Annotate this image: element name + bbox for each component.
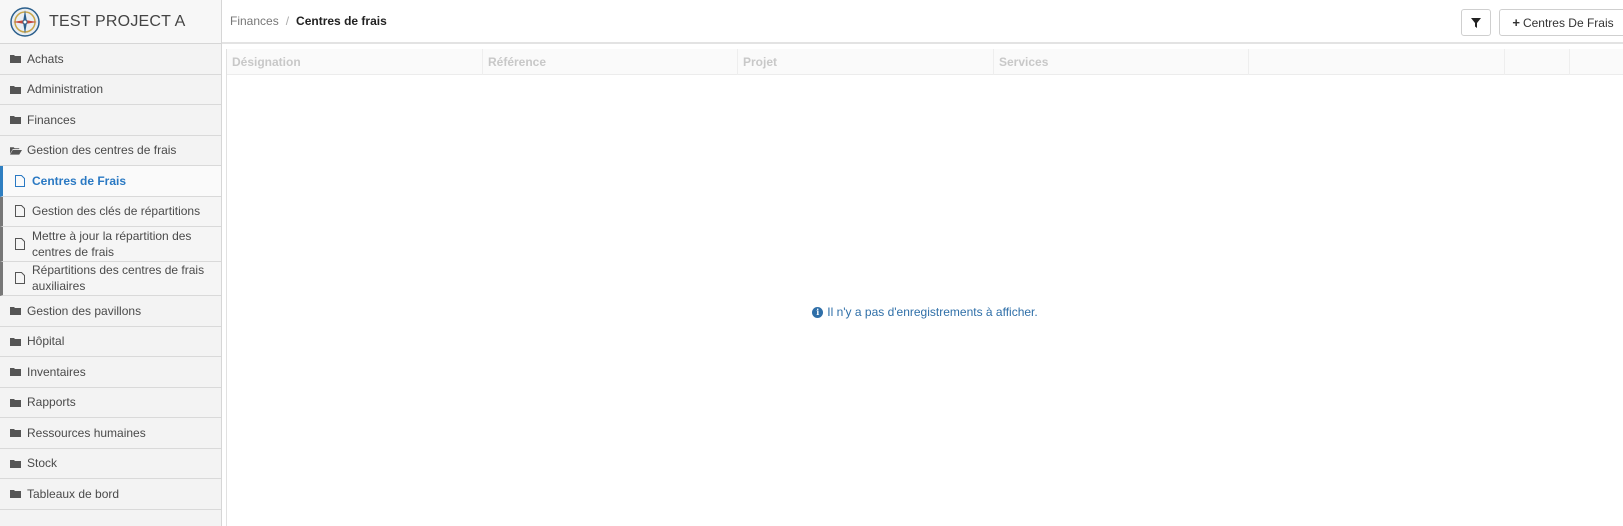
column-header-empty bbox=[1249, 49, 1505, 75]
column-header-services[interactable]: Services bbox=[994, 49, 1249, 75]
breadcrumb-separator: / bbox=[285, 14, 290, 28]
breadcrumb-parent[interactable]: Finances bbox=[230, 14, 279, 28]
grid-header: Désignation Référence Projet Services bbox=[227, 49, 1623, 75]
sidebar-item-label: Achats bbox=[27, 51, 64, 66]
sidebar-item-inventaires[interactable]: Inventaires bbox=[0, 357, 221, 388]
folder-icon bbox=[10, 459, 22, 468]
sidebar-item-label: Rapports bbox=[27, 395, 76, 410]
file-icon bbox=[15, 272, 27, 285]
sidebar-item-centres-de-frais[interactable]: Centres de Frais bbox=[0, 166, 221, 197]
folder-open-icon bbox=[10, 146, 22, 155]
sidebar-item-label: Centres de Frais bbox=[32, 173, 127, 188]
breadcrumb-current: Centres de frais bbox=[296, 14, 387, 28]
data-grid: Désignation Référence Projet Services i … bbox=[226, 49, 1623, 526]
sidebar-item-tableaux-de-bord[interactable]: Tableaux de bord bbox=[0, 479, 221, 510]
sidebar-item-label: Répartitions des centres de frais auxili… bbox=[32, 263, 205, 294]
sidebar-item-administration[interactable]: Administration bbox=[0, 74, 221, 105]
sidebar-item-label: Gestion des clés de répartitions bbox=[32, 204, 201, 219]
folder-icon bbox=[10, 428, 22, 438]
folder-icon bbox=[10, 115, 22, 125]
breadcrumb: Finances / Centres de frais bbox=[230, 14, 387, 28]
filter-icon bbox=[1471, 17, 1481, 28]
header-bar: Finances / Centres de frais + Centres De F… bbox=[222, 0, 1623, 44]
sidebar-item-rapports[interactable]: Rapports bbox=[0, 387, 221, 418]
sidebar-item-finances[interactable]: Finances bbox=[0, 105, 221, 136]
plus-icon: + bbox=[1512, 15, 1520, 30]
app-title: TEST PROJECT A bbox=[49, 12, 186, 30]
folder-icon bbox=[10, 306, 22, 316]
folder-icon bbox=[10, 489, 22, 499]
sidebar-item-gestion-centres-de-frais[interactable]: Gestion des centres de frais bbox=[0, 135, 221, 166]
sidebar-item-achats[interactable]: Achats bbox=[0, 44, 221, 75]
sidebar-item-repartitions-auxiliaires[interactable]: Répartitions des centres de frais auxili… bbox=[0, 261, 221, 296]
sidebar-item-ressources-humaines[interactable]: Ressources humaines bbox=[0, 418, 221, 449]
folder-icon bbox=[10, 398, 22, 407]
sidebar-item-gestion-pavillons[interactable]: Gestion des pavillons bbox=[0, 296, 221, 327]
column-header-projet[interactable]: Projet bbox=[738, 49, 994, 75]
compass-logo-icon bbox=[10, 6, 40, 37]
add-button-label: Centres De Frais bbox=[1522, 15, 1614, 30]
sidebar: TEST PROJECT A Achats Administration Fin… bbox=[0, 0, 222, 526]
folder-icon bbox=[10, 54, 22, 64]
sidebar-item-label: Tableaux de bord bbox=[27, 486, 120, 501]
sidebar-item-hopital[interactable]: Hôpital bbox=[0, 326, 221, 357]
sidebar-item-label: Administration bbox=[27, 82, 104, 97]
sidebar-item-label: Inventaires bbox=[27, 364, 86, 379]
file-icon bbox=[15, 237, 27, 250]
grid-body: i Il n'y a pas d'enregistrements à affic… bbox=[227, 76, 1623, 526]
sidebar-item-label: Gestion des pavillons bbox=[27, 303, 142, 318]
sidebar-item-label: Ressources humaines bbox=[27, 425, 146, 440]
brand[interactable]: TEST PROJECT A bbox=[0, 0, 221, 44]
sidebar-item-label: Hôpital bbox=[27, 334, 65, 349]
file-icon bbox=[15, 174, 27, 187]
sidebar-nav: Achats Administration Finances Gestion d… bbox=[0, 44, 221, 510]
folder-icon bbox=[10, 85, 22, 94]
sidebar-item-label: Stock bbox=[27, 456, 58, 471]
folder-icon bbox=[10, 367, 22, 377]
info-circle-icon: i bbox=[812, 306, 824, 318]
sidebar-item-label: Mettre à jour la répartition des centres… bbox=[32, 228, 192, 259]
sidebar-item-gestion-cles-repartitions[interactable]: Gestion des clés de répartitions bbox=[0, 196, 221, 227]
empty-message-text: Il n'y a pas d'enregistrements à affiche… bbox=[827, 305, 1038, 319]
add-centre-de-frais-button[interactable]: + Centres De Frais bbox=[1499, 9, 1623, 36]
empty-state-message: i Il n'y a pas d'enregistrements à affic… bbox=[227, 305, 1623, 319]
main-content: Finances / Centres de frais + Centres De F… bbox=[222, 0, 1623, 526]
sidebar-item-stock[interactable]: Stock bbox=[0, 448, 221, 479]
sidebar-item-label: Gestion des centres de frais bbox=[27, 143, 177, 158]
sidebar-item-mettre-a-jour-repartition[interactable]: Mettre à jour la répartition des centres… bbox=[0, 227, 221, 262]
column-header-actions bbox=[1505, 49, 1570, 75]
app-window: TEST PROJECT A Achats Administration Fin… bbox=[0, 0, 1623, 526]
column-header-designation[interactable]: Désignation bbox=[227, 49, 483, 75]
column-header-reference[interactable]: Référence bbox=[483, 49, 738, 75]
filter-button[interactable] bbox=[1461, 9, 1491, 36]
sidebar-item-label: Finances bbox=[27, 112, 76, 127]
folder-icon bbox=[10, 337, 22, 346]
file-icon bbox=[15, 205, 27, 218]
